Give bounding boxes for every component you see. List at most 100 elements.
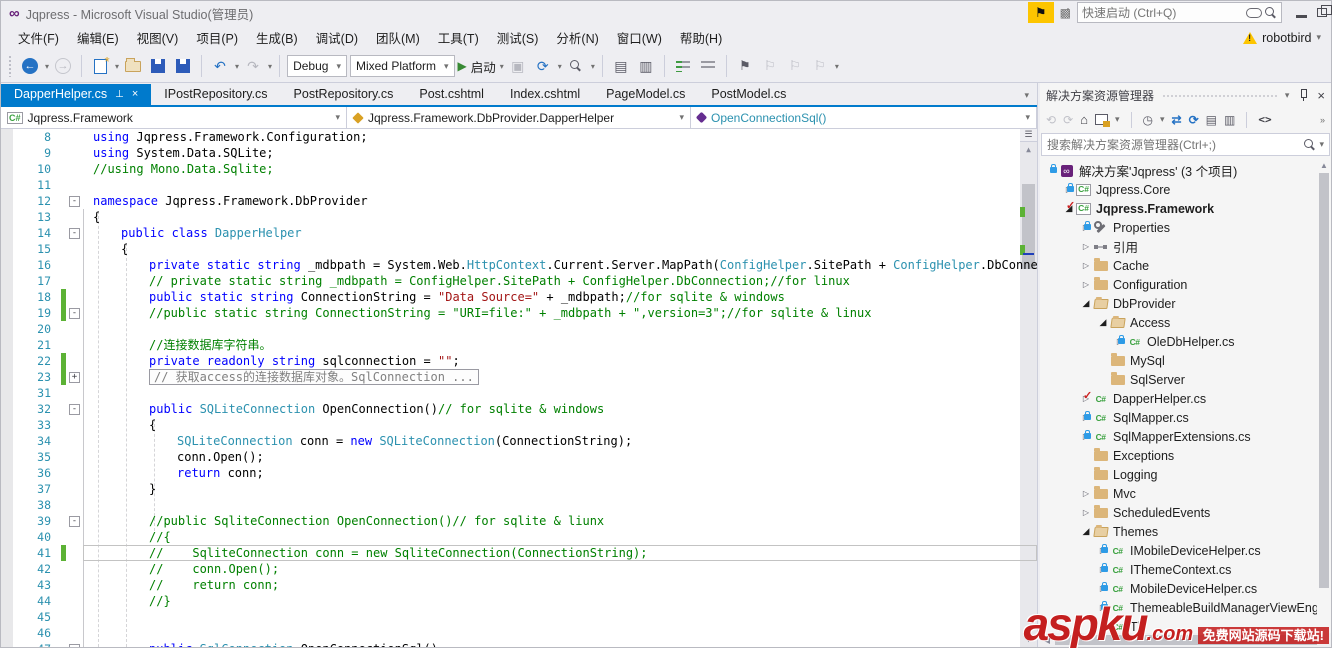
chevron-down-icon[interactable]: ▾: [1160, 114, 1165, 125]
outlining-margin[interactable]: [66, 449, 83, 465]
code-line-21[interactable]: 21 //连接数据库字符串。: [1, 337, 1037, 353]
home-button[interactable]: ⌂: [1080, 112, 1088, 127]
code-line-9[interactable]: 9 using System.Data.SQLite;: [1, 145, 1037, 161]
toggle-bookmark-button[interactable]: ⚑: [734, 54, 756, 78]
outlining-margin[interactable]: -: [66, 401, 83, 417]
code-editor[interactable]: 8 using Jqpress.Framework.Configuration; 9…: [1, 129, 1037, 647]
menu-item-2[interactable]: 视图(V): [128, 29, 188, 49]
previous-bookmark-button[interactable]: ⚐: [759, 54, 781, 78]
code-line-33[interactable]: 33 {: [1, 417, 1037, 433]
solution-tree[interactable]: ∞ 解决方案'Jqpress' (3 个项目) ▷ C# Jqpress.Core ◢ C#…: [1040, 158, 1331, 633]
quick-launch-box[interactable]: [1077, 2, 1282, 23]
tree-item-MobileDeviceHelper.cs[interactable]: ▷C#MobileDeviceHelper.cs: [1040, 579, 1331, 598]
outlining-margin[interactable]: +: [66, 369, 83, 385]
toolbar-overflow-icon[interactable]: »: [1320, 115, 1325, 125]
code-line-38[interactable]: 38: [1, 497, 1037, 513]
menu-item-4[interactable]: 生成(B): [247, 29, 307, 49]
outlining-margin[interactable]: [66, 289, 83, 305]
outlining-margin[interactable]: [66, 577, 83, 593]
open-file-button[interactable]: [122, 54, 144, 78]
outlining-margin[interactable]: -: [66, 513, 83, 529]
code-line-43[interactable]: 43 // return conn;: [1, 577, 1037, 593]
outlining-margin[interactable]: [66, 273, 83, 289]
outlining-margin[interactable]: [66, 433, 83, 449]
navigate-forward-button[interactable]: →: [52, 54, 74, 78]
tab-DapperHelper.cs[interactable]: DapperHelper.cs ⊥ ×: [1, 84, 152, 105]
chevron-down-icon[interactable]: ▾: [268, 62, 272, 71]
code-line-47[interactable]: 47 -public SqlConnection OpenConnectionSq…: [1, 641, 1037, 647]
solution-explorer-header[interactable]: 解决方案资源管理器 ▾ ×: [1040, 83, 1331, 107]
tree-expander-icon[interactable]: ◢: [1080, 526, 1092, 537]
tree-item-Properties[interactable]: ▷Properties: [1040, 218, 1331, 237]
menu-item-0[interactable]: 文件(F): [9, 29, 68, 49]
code-line-11[interactable]: 11: [1, 177, 1037, 193]
tab-PageModel.cs[interactable]: PageModel.cs: [593, 84, 698, 105]
clear-bookmarks-button[interactable]: ⚐: [809, 54, 831, 78]
chevron-down-icon[interactable]: ▾: [591, 62, 595, 71]
code-line-20[interactable]: 20: [1, 321, 1037, 337]
code-line-17[interactable]: 17 // private static string _mdbpath = Co…: [1, 273, 1037, 289]
code-line-13[interactable]: 13 {: [1, 209, 1037, 225]
menu-item-8[interactable]: 测试(S): [488, 29, 548, 49]
tree-expander-icon[interactable]: ◢: [1080, 298, 1092, 309]
outlining-margin[interactable]: [66, 609, 83, 625]
tree-item-IMobileDeviceHelper.cs[interactable]: ▷C#IMobileDeviceHelper.cs: [1040, 541, 1331, 560]
outlining-margin[interactable]: [66, 337, 83, 353]
code-line-12[interactable]: 12 - namespace Jqpress.Framework.DbProvide…: [1, 193, 1037, 209]
outlining-margin[interactable]: [66, 529, 83, 545]
collapsed-region-box[interactable]: // 获取access的连接数据库对象。SqlConnection ...: [149, 369, 479, 385]
outlining-margin[interactable]: [66, 481, 83, 497]
solution-search-input[interactable]: [1047, 137, 1305, 152]
tree-item-OleDbHelper.cs[interactable]: ▷C#OleDbHelper.cs: [1040, 332, 1331, 351]
tree-item-Cache[interactable]: ▷ Cache: [1040, 256, 1331, 275]
tree-item-Exceptions[interactable]: Exceptions: [1040, 446, 1331, 465]
switch-views-button[interactable]: [1094, 114, 1110, 127]
undo-button[interactable]: ↶: [209, 54, 231, 78]
outlining-margin[interactable]: [66, 353, 83, 369]
tab-Index.cshtml[interactable]: Index.cshtml: [497, 84, 593, 105]
notifications-flag-button[interactable]: ⚑: [1027, 2, 1054, 23]
pin-tab-icon[interactable]: ⊥: [115, 89, 124, 100]
tree-item-IThemeContext.cs[interactable]: ▷C#IThemeContext.cs: [1040, 560, 1331, 579]
collapse-region-icon[interactable]: -: [69, 515, 80, 527]
tab-overflow-icon[interactable]: ▾: [1024, 90, 1037, 105]
save-button[interactable]: [147, 54, 169, 78]
tree-item-MySql[interactable]: MySql: [1040, 351, 1331, 370]
code-line-41[interactable]: 41 // SqliteConnection conn = new SqliteC…: [1, 545, 1037, 561]
tree-item-Themes[interactable]: ◢ Themes: [1040, 522, 1331, 541]
sync-with-active-document-button[interactable]: ⇄: [1172, 113, 1182, 127]
tree-item-Access[interactable]: ◢ Access: [1040, 313, 1331, 332]
back-button[interactable]: ⟲: [1046, 113, 1056, 127]
tab-IPostRepository.cs[interactable]: IPostRepository.cs: [151, 84, 280, 105]
scroll-up-arrow[interactable]: ▲: [1317, 158, 1331, 172]
code-line-34[interactable]: 34 SQLiteConnection conn = new SQLiteConn…: [1, 433, 1037, 449]
outlining-margin[interactable]: -: [66, 641, 83, 647]
menu-item-5[interactable]: 调试(D): [307, 29, 367, 49]
tab-PostRepository.cs[interactable]: PostRepository.cs: [281, 84, 407, 105]
outlining-margin[interactable]: [66, 561, 83, 577]
outlining-margin[interactable]: [66, 209, 83, 225]
user-account-menu[interactable]: robotbird ▾: [1243, 31, 1321, 45]
outlining-margin[interactable]: [66, 161, 83, 177]
tree-item-Configuration[interactable]: ▷ Configuration: [1040, 275, 1331, 294]
tree-item-解决方案'Jqpress' (3 个项目)[interactable]: ∞ 解决方案'Jqpress' (3 个项目): [1040, 161, 1331, 180]
outlining-margin[interactable]: -: [66, 225, 83, 241]
tree-expander-icon[interactable]: ▷: [1080, 280, 1092, 289]
code-line-36[interactable]: 36 return conn;: [1, 465, 1037, 481]
collapse-region-icon[interactable]: -: [69, 403, 80, 415]
project-dropdown[interactable]: C# Jqpress.Framework ▾: [1, 107, 347, 128]
tree-item-Jqpress.Framework[interactable]: ◢ C# ✓ Jqpress.Framework: [1040, 199, 1331, 218]
collapse-region-icon[interactable]: -: [69, 643, 80, 647]
outlining-margin[interactable]: [66, 385, 83, 401]
outlining-margin[interactable]: [66, 545, 83, 561]
tree-expander-icon[interactable]: ▷: [1080, 508, 1092, 517]
code-line-32[interactable]: 32 - public SQLiteConnection OpenConnectio…: [1, 401, 1037, 417]
outlining-margin[interactable]: -: [66, 193, 83, 209]
menu-item-1[interactable]: 编辑(E): [68, 29, 128, 49]
redo-button[interactable]: ↷: [242, 54, 264, 78]
outlining-margin[interactable]: [66, 465, 83, 481]
outlining-margin[interactable]: -: [66, 305, 83, 321]
code-line-35[interactable]: 35 conn.Open();: [1, 449, 1037, 465]
tree-expander-icon[interactable]: ◢: [1097, 317, 1109, 328]
code-line-39[interactable]: 39 - //public SqliteConnection OpenConnect…: [1, 513, 1037, 529]
